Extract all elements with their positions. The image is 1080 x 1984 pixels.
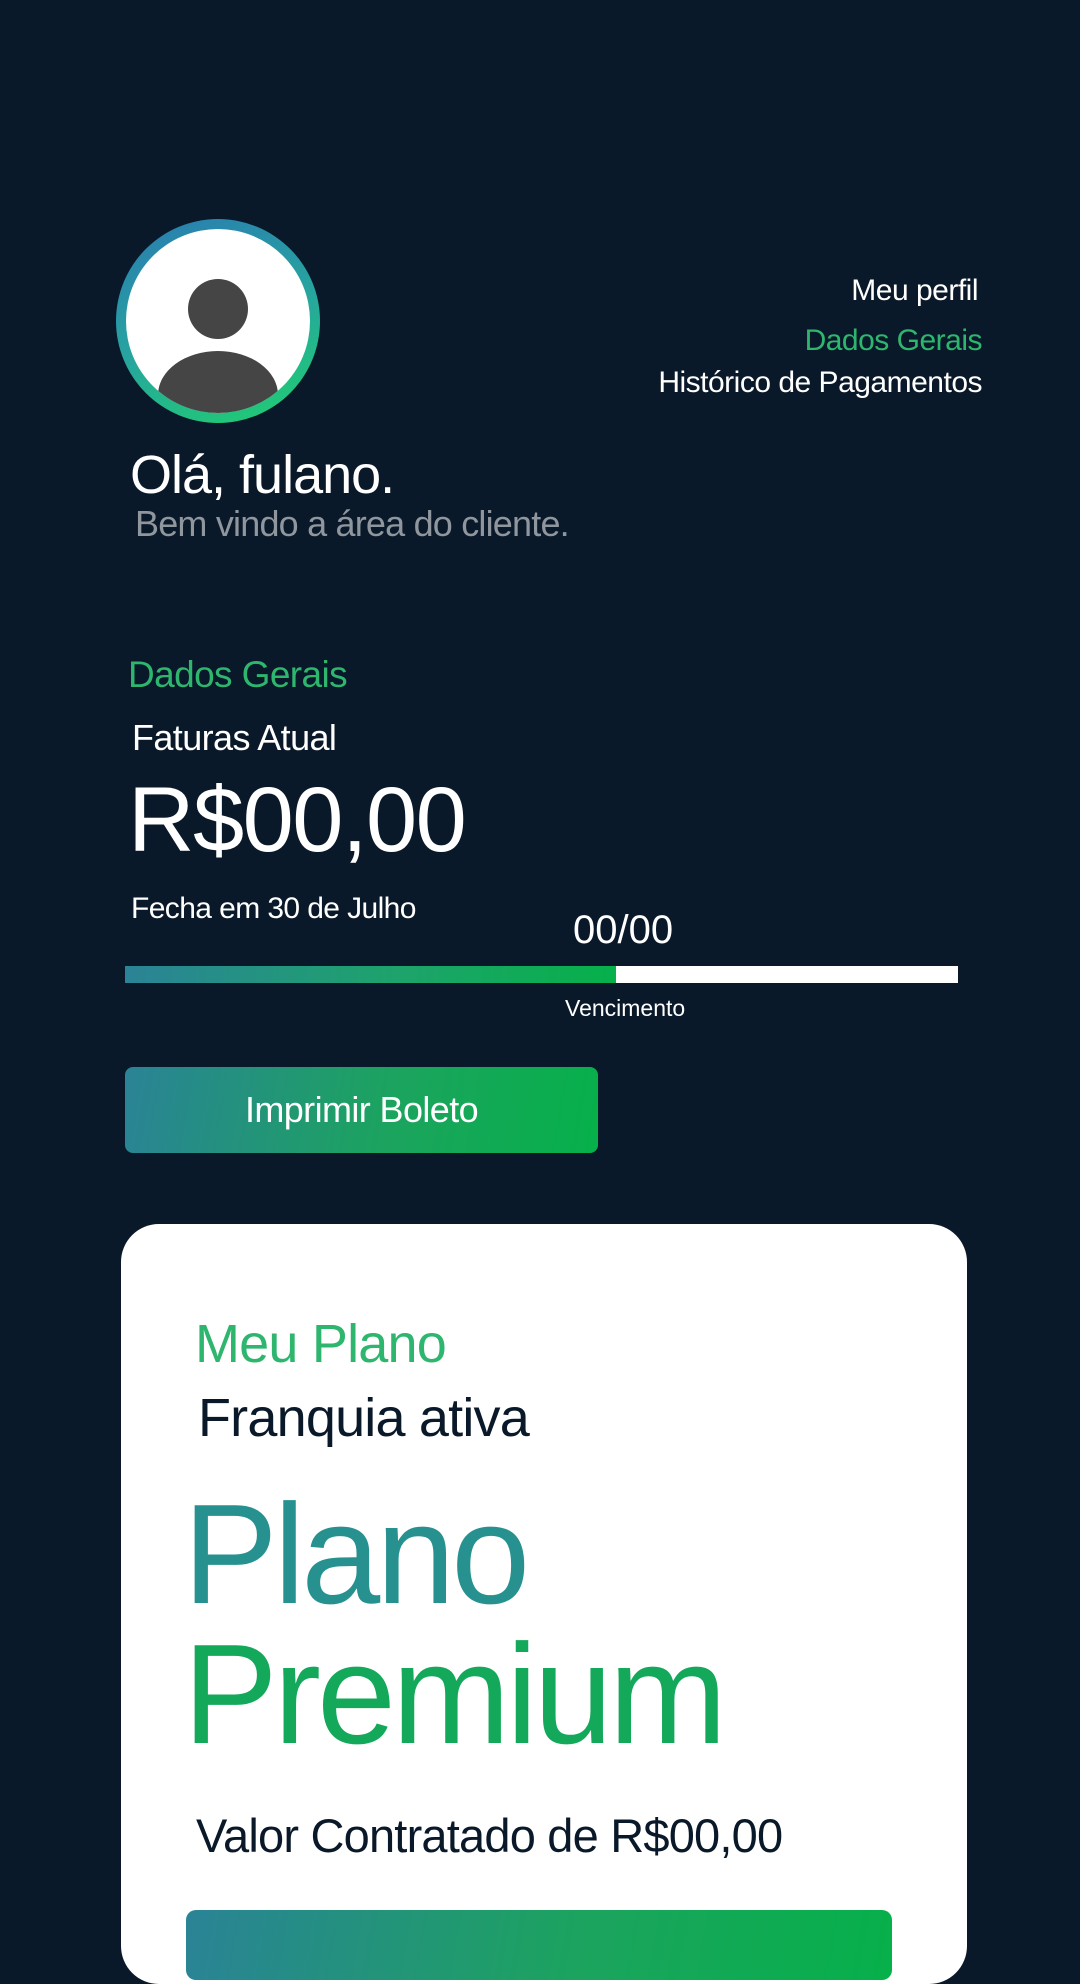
nav-my-profile[interactable]: Meu perfil — [658, 276, 978, 306]
avatar[interactable] — [116, 219, 320, 423]
due-date-progress-fill — [125, 966, 617, 983]
welcome-subtitle: Bem vindo a área do cliente. — [135, 503, 570, 544]
print-boleto-button[interactable]: Imprimir Boleto — [125, 1067, 598, 1153]
invoice-closing-date: Fecha em 30 de Julho — [131, 892, 416, 925]
general-data-section-title: Dados Gerais — [128, 654, 348, 695]
due-date-value: 00/00 — [573, 908, 674, 952]
greeting-title: Olá, fulano. — [130, 445, 395, 505]
plan-name-line1: Plano — [183, 1475, 530, 1634]
plan-name-line2: Premium — [183, 1615, 727, 1774]
due-date-label: Vencimento — [565, 995, 686, 1021]
top-nav: Meu perfil Dados Gerais Histórico de Pag… — [658, 276, 982, 398]
plan-subtitle: Franquia ativa — [198, 1388, 530, 1448]
nav-general-data[interactable]: Dados Gerais — [658, 326, 983, 356]
plan-section-title: Meu Plano — [195, 1314, 447, 1374]
due-date-progress-bar — [125, 966, 958, 983]
plan-card: Meu Plano Franquia ativa Plano Premium V… — [121, 1224, 967, 1984]
plan-contract-value: Valor Contratado de R$00,00 — [196, 1809, 783, 1862]
nav-payment-history[interactable]: Histórico de Pagamentos — [658, 368, 982, 398]
current-invoice-label: Faturas Atual — [132, 717, 337, 758]
user-avatar-icon — [126, 229, 310, 413]
plan-action-button[interactable] — [186, 1910, 892, 1980]
current-invoice-amount: R$00,00 — [128, 769, 467, 871]
